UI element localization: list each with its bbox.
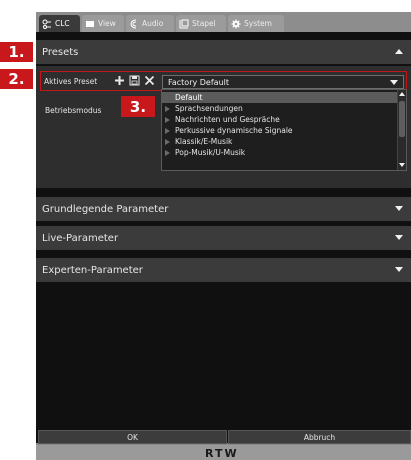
- annotation-marker-1: 1.: [0, 42, 33, 62]
- scroll-up-icon[interactable]: [399, 92, 405, 96]
- tab-stapel-label: Stapel: [192, 19, 216, 28]
- expand-icon: [395, 235, 403, 240]
- preset-select[interactable]: Factory Default: [162, 75, 404, 89]
- preset-select-value: Factory Default: [168, 77, 229, 87]
- play-arrow-icon: [165, 116, 170, 123]
- list-item[interactable]: Default: [162, 92, 398, 103]
- collapse-icon: [395, 49, 403, 54]
- clc-settings-panel: CLC View Audio Stapel System Presets Akt…: [36, 12, 411, 460]
- scroll-down-icon[interactable]: [399, 163, 405, 167]
- tab-audio[interactable]: Audio: [126, 15, 174, 32]
- operating-mode-list[interactable]: Default Sprachsendungen Nachrichten und …: [161, 89, 407, 171]
- cancel-button[interactable]: Abbruch: [228, 430, 411, 444]
- list-scrollbar[interactable]: [397, 90, 406, 170]
- list-item-label: Default: [175, 93, 203, 102]
- expand-icon: [395, 206, 403, 211]
- list-item[interactable]: Nachrichten und Gespräche: [162, 114, 398, 125]
- clc-icon: [42, 19, 51, 29]
- section-basic-title: Grundlegende Parameter: [42, 203, 169, 215]
- save-preset-icon[interactable]: [129, 75, 140, 86]
- audio-icon: [130, 19, 137, 28]
- play-arrow-icon: [165, 149, 170, 156]
- active-preset-row: Aktives Preset Factory Default: [40, 71, 407, 91]
- tab-system[interactable]: System: [228, 15, 284, 32]
- ok-button-label: OK: [127, 432, 138, 442]
- annotation-marker-3: 3.: [121, 96, 155, 117]
- list-item[interactable]: Sprachsendungen: [162, 103, 398, 114]
- section-basic-params[interactable]: Grundlegende Parameter: [36, 197, 411, 221]
- gear-icon: [231, 19, 241, 28]
- section-live-params[interactable]: Live-Parameter: [36, 226, 411, 250]
- play-arrow-icon: [165, 127, 170, 134]
- delete-preset-icon[interactable]: [144, 75, 155, 86]
- list-item-label: Pop-Musik/U-Musik: [175, 148, 246, 157]
- rtw-logo: RTW: [205, 447, 239, 460]
- tab-clc[interactable]: CLC: [39, 15, 80, 32]
- list-item-label: Klassik/E-Musik: [175, 137, 233, 146]
- list-item[interactable]: Pop-Musik/U-Musik: [162, 147, 398, 158]
- tab-bar: CLC View Audio Stapel System: [36, 12, 411, 32]
- section-expert-params[interactable]: Experten-Parameter: [36, 258, 411, 282]
- section-live-title: Live-Parameter: [42, 232, 119, 244]
- list-item-label: Sprachsendungen: [175, 104, 243, 113]
- list-item[interactable]: Klassik/E-Musik: [162, 136, 398, 147]
- stack-icon: [179, 19, 189, 28]
- section-expert-title: Experten-Parameter: [42, 264, 143, 276]
- add-preset-icon[interactable]: [114, 75, 125, 86]
- tab-clc-label: CLC: [55, 19, 70, 28]
- list-item-label: Perkussive dynamische Signale: [175, 126, 293, 135]
- operating-mode-label: Betriebsmodus: [45, 106, 102, 115]
- expand-icon: [395, 267, 403, 272]
- list-item-label: Nachrichten und Gespräche: [175, 115, 280, 124]
- cancel-button-label: Abbruch: [303, 432, 336, 442]
- tab-view[interactable]: View: [82, 15, 124, 32]
- ok-button[interactable]: OK: [38, 430, 227, 444]
- monitor-icon: [86, 20, 94, 27]
- tab-view-label: View: [98, 19, 116, 28]
- active-preset-label: Aktives Preset: [44, 77, 98, 86]
- list-item[interactable]: Perkussive dynamische Signale: [162, 125, 398, 136]
- play-arrow-icon: [165, 105, 170, 112]
- annotation-marker-2: 2.: [0, 69, 33, 89]
- scroll-thumb[interactable]: [399, 101, 405, 137]
- button-bar: OK Abbruch: [36, 430, 411, 444]
- tab-stapel[interactable]: Stapel: [176, 15, 226, 32]
- chevron-down-icon: [390, 80, 398, 85]
- content-area: Presets Aktives Preset Factory Default B…: [36, 32, 411, 443]
- tab-audio-label: Audio: [142, 19, 164, 28]
- section-presets-title: Presets: [42, 46, 79, 58]
- section-presets[interactable]: Presets: [36, 40, 411, 64]
- play-arrow-icon: [165, 138, 170, 145]
- tab-system-label: System: [244, 19, 272, 28]
